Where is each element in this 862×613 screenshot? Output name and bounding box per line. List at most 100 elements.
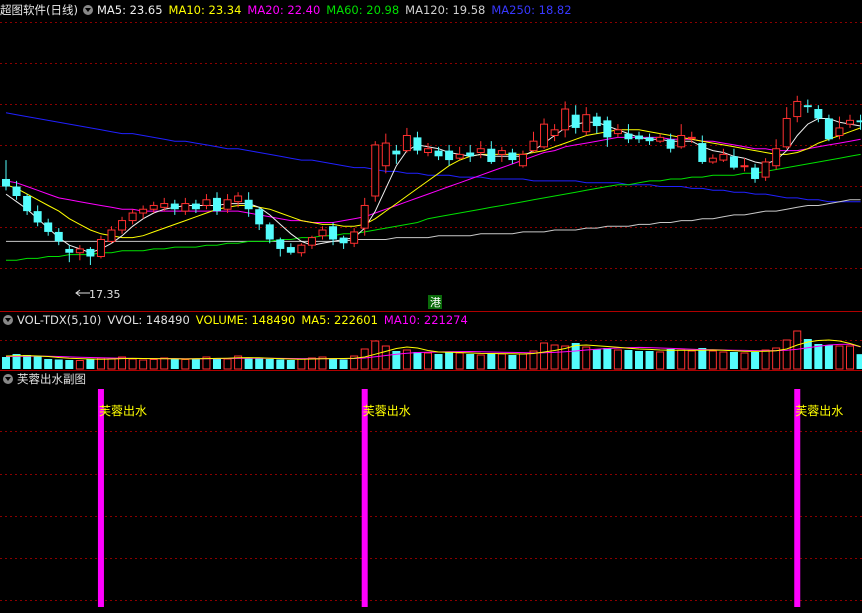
candle-body-up [297, 244, 306, 254]
volume-bar-up [160, 357, 169, 370]
volume-bar-down [44, 359, 53, 369]
chevron-down-icon[interactable] [3, 374, 13, 384]
candle-body-up [318, 229, 327, 237]
volume-bar-up [307, 357, 316, 370]
volume-bar-up [518, 353, 527, 370]
volume-bar-up [761, 349, 770, 370]
volume-bar-down [445, 352, 454, 369]
candle-body-up [128, 212, 137, 222]
volume-bar-down [265, 359, 274, 369]
volume-bar-up [708, 350, 717, 370]
candle-body-up [687, 136, 696, 139]
volume-bar-down [698, 348, 707, 369]
volume-bar-down [729, 352, 738, 369]
volume-bar-down [814, 344, 823, 369]
candle-body-down [824, 118, 833, 140]
volume-bar-down [666, 349, 675, 369]
candle-body-up [360, 204, 369, 229]
candle-body-up [540, 123, 549, 148]
volume-bar-down [751, 352, 760, 369]
candle-body-down [751, 167, 760, 179]
volume-ma10-value: MA10: 221274 [383, 313, 468, 327]
candle-body-down [265, 224, 274, 240]
volume-bar-down [824, 345, 833, 369]
candle-body-up [529, 140, 538, 152]
candle-body-up [582, 114, 591, 133]
candle-body-down [508, 152, 517, 161]
volume-bar-down [508, 355, 517, 369]
volume-bar-up [782, 339, 791, 370]
candlesticks [2, 95, 862, 266]
candle-body-down [434, 150, 443, 157]
chevron-down-icon[interactable] [3, 315, 13, 325]
volume-value: VOLUME: 148490 [195, 313, 296, 327]
candle-body-up [772, 148, 781, 167]
candle-body-down [255, 209, 264, 225]
volume-bar-up [846, 345, 854, 370]
candle-body-down [339, 237, 348, 244]
volume-bar-up [181, 359, 190, 370]
volume-bar-down [571, 343, 580, 369]
candle-body-up [223, 199, 232, 210]
signal-bar [361, 389, 368, 607]
volume-bar-down [803, 339, 812, 369]
candle-body-up [181, 203, 190, 212]
candle-body-up [740, 165, 749, 168]
candle-body-up [139, 208, 148, 214]
candle-body-down [466, 152, 475, 157]
candle-body-down [413, 137, 422, 151]
stock-chart[interactable]: 17.35 港 芙蓉出水 芙蓉出水 芙蓉出水 [0, 0, 862, 613]
chevron-down-icon[interactable] [82, 5, 93, 15]
volume-bar-up [424, 352, 432, 370]
signal-bar [794, 389, 801, 607]
volume-bar-down [23, 355, 32, 369]
candle-body-down [645, 137, 654, 142]
candle-body-up [561, 108, 570, 131]
candle-body-up [550, 129, 559, 136]
volume-bar-down [434, 354, 443, 369]
candle-body-down [33, 211, 42, 223]
volume-bar-up [139, 359, 148, 370]
candle-body-down [571, 114, 580, 128]
candle-body-up [402, 134, 411, 152]
candle-body-up [793, 100, 802, 118]
volume-bar-up [149, 359, 158, 370]
volume-bar-down [276, 359, 285, 369]
signal-label: 芙蓉出水 [363, 404, 411, 418]
signal-bars: 芙蓉出水 芙蓉出水 芙蓉出水 [97, 389, 843, 607]
signal-label: 芙蓉出水 [99, 404, 147, 418]
volume-bar-up [223, 358, 232, 370]
volume-bar-up [550, 344, 559, 370]
candle-body-up [476, 148, 485, 154]
candle-body-up [497, 150, 506, 155]
candle-body-down [244, 199, 253, 210]
volume-bar-down [33, 356, 42, 369]
volume-bar-down [213, 358, 221, 369]
candle-body-up [307, 237, 316, 246]
candle-body-up [381, 142, 390, 167]
volume-bar-down [286, 360, 295, 369]
candle-body-down [170, 203, 179, 210]
volume-bar-down [54, 359, 63, 369]
candle-body-up [846, 119, 854, 125]
volume-bar-up [297, 358, 306, 370]
volume-ma5-value: MA5: 222601 [301, 313, 378, 327]
candle-body-up [835, 127, 844, 136]
ma5-line [5, 118, 861, 254]
candle-body-down [698, 143, 707, 162]
candle-body-up [761, 161, 770, 178]
volume-bar-down [856, 354, 862, 369]
candle-body-up [202, 199, 211, 206]
candle-body-down [592, 116, 601, 127]
volume-bar-up [835, 345, 844, 370]
candle-body-down [54, 231, 63, 242]
volume-bar-down [255, 358, 264, 369]
low-price-label: 17.35 [89, 288, 121, 301]
candle-body-up [149, 204, 158, 210]
candle-body-down [729, 156, 738, 168]
main-chart-header: 超图软件(日线) MA5: 23.65 MA10: 23.34 MA20: 22.40… [0, 1, 578, 19]
ma60-line [6, 153, 861, 261]
candle-body-down [276, 239, 285, 249]
candle-body-up [782, 117, 791, 148]
volume-bar-up [540, 342, 549, 370]
